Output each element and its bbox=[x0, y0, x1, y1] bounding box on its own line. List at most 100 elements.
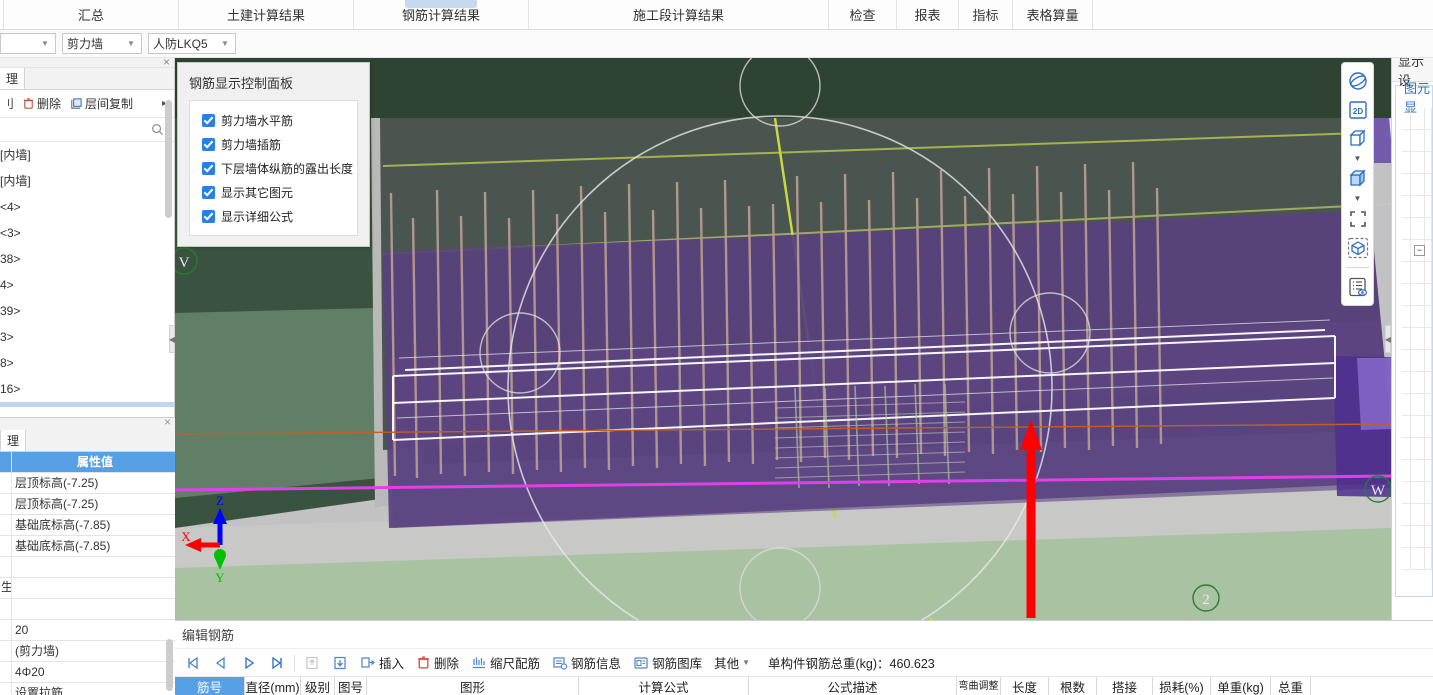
2d-view-icon[interactable]: 2D bbox=[1345, 97, 1371, 123]
prev-record-button[interactable] bbox=[207, 651, 235, 675]
display-grid-row[interactable] bbox=[1402, 284, 1432, 306]
grid-cell-check[interactable] bbox=[1411, 130, 1425, 151]
list-item[interactable]: 4> bbox=[0, 272, 174, 298]
property-row[interactable]: 生 bbox=[0, 578, 175, 599]
grid-cell-check[interactable] bbox=[1411, 372, 1425, 393]
grid-cell-check[interactable] bbox=[1411, 416, 1425, 437]
table-column-header[interactable]: 弯曲调整 bbox=[957, 677, 1001, 695]
expand-collapse-icon[interactable]: − bbox=[1414, 245, 1425, 256]
display-grid-row[interactable] bbox=[1402, 526, 1432, 548]
rebar-info-button[interactable]: 钢筋信息 bbox=[546, 651, 627, 675]
display-grid-row[interactable] bbox=[1402, 152, 1432, 174]
display-grid-row[interactable] bbox=[1402, 328, 1432, 350]
dialog-option-row-1[interactable]: 剪力墙插筋 bbox=[190, 132, 357, 156]
grid-cell-check[interactable] bbox=[1411, 438, 1425, 459]
display-grid-row[interactable] bbox=[1402, 394, 1432, 416]
grid-cell-check[interactable] bbox=[1411, 504, 1425, 525]
rebar-library-button[interactable]: 钢筋图库 bbox=[627, 651, 708, 675]
table-column-header[interactable]: 图形 bbox=[367, 677, 579, 695]
grid-cell-check[interactable] bbox=[1411, 174, 1425, 195]
list-item[interactable]: 39> bbox=[0, 298, 174, 324]
table-column-header[interactable]: 级别 bbox=[301, 677, 335, 695]
display-grid-row[interactable] bbox=[1402, 460, 1432, 482]
list-item[interactable]: <3> bbox=[0, 220, 174, 246]
dialog-option-row-4[interactable]: 显示详细公式 bbox=[190, 204, 357, 228]
table-column-header[interactable]: 搭接 bbox=[1097, 677, 1153, 695]
grid-cell-check[interactable] bbox=[1411, 460, 1425, 481]
list-item[interactable]: <4> bbox=[0, 194, 174, 220]
grid-cell-check[interactable] bbox=[1411, 196, 1425, 217]
checkbox-checked-icon[interactable] bbox=[202, 185, 215, 199]
property-grid-scrollbar[interactable] bbox=[166, 639, 173, 691]
other-menu-button[interactable]: 其他 ▼ bbox=[708, 651, 756, 675]
table-column-header[interactable]: 长度 bbox=[1001, 677, 1049, 695]
display-grid-row[interactable] bbox=[1402, 108, 1432, 130]
caret-down-icon-1[interactable]: ▼ bbox=[1354, 155, 1362, 163]
display-grid-row[interactable] bbox=[1402, 372, 1432, 394]
ribbon-tab-0[interactable]: 汇总 bbox=[4, 0, 179, 29]
grid-cell-check[interactable] bbox=[1411, 108, 1425, 129]
property-row[interactable]: 层顶标高(-7.25) bbox=[0, 473, 175, 494]
property-row[interactable]: 基础底标高(-7.85) bbox=[0, 515, 175, 536]
table-column-header[interactable]: 图号 bbox=[335, 677, 367, 695]
table-column-header[interactable]: 总重 bbox=[1271, 677, 1311, 695]
close-icon[interactable]: × bbox=[164, 415, 171, 429]
list-item[interactable]: [内墙] bbox=[0, 142, 174, 168]
grid-cell-check[interactable] bbox=[1411, 526, 1425, 547]
display-grid-row[interactable] bbox=[1402, 262, 1432, 284]
move-up-button[interactable] bbox=[298, 651, 326, 675]
grid-cell-check[interactable] bbox=[1411, 350, 1425, 371]
checkbox-checked-icon[interactable] bbox=[202, 137, 215, 151]
component-search[interactable] bbox=[0, 118, 174, 142]
floor-copy-button[interactable]: 层间复制 bbox=[67, 95, 135, 112]
grid-cell-check[interactable] bbox=[1411, 482, 1425, 503]
display-grid-row[interactable] bbox=[1402, 174, 1432, 196]
ribbon-tab-1[interactable]: 土建计算结果 bbox=[179, 0, 354, 29]
grid-cell-check[interactable] bbox=[1411, 306, 1425, 327]
display-grid-row[interactable] bbox=[1402, 416, 1432, 438]
isolate-box-icon[interactable] bbox=[1345, 235, 1371, 261]
display-grid-row[interactable] bbox=[1402, 350, 1432, 372]
table-column-header[interactable]: 单重(kg) bbox=[1211, 677, 1271, 695]
ribbon-tab-6[interactable]: 指标 bbox=[959, 0, 1013, 29]
ribbon-tab-5[interactable]: 报表 bbox=[897, 0, 959, 29]
tab-property[interactable]: 理 bbox=[0, 429, 27, 451]
delete-button[interactable]: 删除 bbox=[410, 651, 465, 675]
property-row[interactable]: 20 bbox=[0, 620, 175, 641]
display-grid-row[interactable] bbox=[1402, 438, 1432, 460]
list-item[interactable]: 38> bbox=[0, 246, 174, 272]
checkbox-checked-icon[interactable] bbox=[202, 113, 215, 127]
dialog-option-row-3[interactable]: 显示其它图元 bbox=[190, 180, 357, 204]
property-row[interactable] bbox=[0, 599, 175, 620]
display-grid-row[interactable] bbox=[1402, 504, 1432, 526]
display-settings-icon[interactable] bbox=[1345, 274, 1371, 300]
display-grid-row[interactable] bbox=[1402, 548, 1432, 570]
move-down-button[interactable] bbox=[326, 651, 354, 675]
grid-cell-check[interactable] bbox=[1411, 328, 1425, 349]
checkbox-checked-icon[interactable] bbox=[202, 161, 215, 175]
caret-down-icon-2[interactable]: ▼ bbox=[1354, 195, 1362, 203]
display-grid-row[interactable] bbox=[1402, 482, 1432, 504]
next-record-button[interactable] bbox=[235, 651, 263, 675]
chevron-down-icon[interactable]: ▼ bbox=[39, 39, 51, 48]
display-panel-subtab[interactable]: 图元显 bbox=[1396, 81, 1432, 115]
last-record-button[interactable] bbox=[263, 651, 291, 675]
ribbon-tab-4[interactable]: 检查 bbox=[829, 0, 897, 29]
right-panel-splitter[interactable]: ◀ bbox=[1385, 325, 1391, 353]
copy-button[interactable]: 刂 bbox=[0, 95, 16, 112]
dialog-option-row-2[interactable]: 下层墙体纵筋的露出长度 bbox=[190, 156, 357, 180]
display-grid-row[interactable] bbox=[1402, 130, 1432, 152]
left-panel-splitter[interactable]: ◀ bbox=[169, 325, 175, 353]
orbit-icon[interactable] bbox=[1345, 68, 1371, 94]
property-row[interactable]: 4Φ20 bbox=[0, 662, 175, 683]
box-filled-icon[interactable] bbox=[1344, 166, 1371, 192]
grid-cell-check[interactable] bbox=[1411, 262, 1425, 283]
list-item[interactable]: 8> bbox=[0, 350, 174, 376]
ribbon-tab-3[interactable]: 施工段计算结果 bbox=[529, 0, 829, 29]
property-row[interactable] bbox=[0, 557, 175, 578]
grid-cell-check[interactable] bbox=[1411, 284, 1425, 305]
property-row[interactable]: 基础底标高(-7.85) bbox=[0, 536, 175, 557]
property-row[interactable]: 层顶标高(-7.25) bbox=[0, 494, 175, 515]
property-row[interactable]: 设置拉筋 bbox=[0, 683, 175, 695]
first-record-button[interactable] bbox=[179, 651, 207, 675]
